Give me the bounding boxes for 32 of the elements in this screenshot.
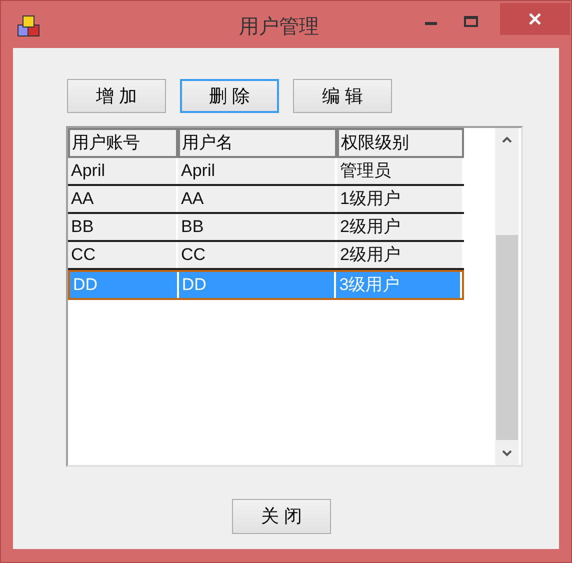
table-cell: BB [178, 214, 337, 240]
table-cell: DD [70, 272, 179, 298]
close-icon[interactable] [500, 3, 570, 35]
toolbar-button[interactable]: 编 辑 [293, 79, 392, 113]
column-header[interactable]: 用户名 [178, 128, 337, 158]
scroll-up-icon[interactable] [502, 136, 512, 143]
table-cell: 2级用户 [337, 214, 464, 240]
table-cell: CC [68, 242, 178, 268]
window-title: 用户管理 [239, 15, 319, 40]
table-cell: AA [68, 186, 178, 212]
table-row[interactable]: AA AA 1级用户 [68, 186, 464, 214]
column-header[interactable]: 权限级别 [337, 128, 464, 158]
scrollbar-thumb[interactable] [496, 235, 518, 440]
table-row[interactable]: April April 管理员 [68, 158, 464, 186]
table-cell: DD [178, 272, 336, 298]
table-cell: AA [178, 186, 337, 212]
table-cell: 1级用户 [337, 186, 464, 212]
table-cell: 2级用户 [337, 242, 464, 268]
scroll-down-icon[interactable] [502, 450, 512, 457]
table-cell: CC [178, 242, 337, 268]
toolbar-button[interactable]: 增 加 [67, 79, 166, 113]
table-cell: 3级用户 [336, 272, 462, 298]
table-row[interactable]: CC CC 2级用户 [68, 242, 464, 270]
close-button[interactable]: 关 闭 [232, 499, 331, 534]
table-cell: April [178, 158, 337, 184]
table-cell: April [68, 158, 178, 184]
toolbar-button[interactable]: 删 除 [180, 79, 279, 113]
table-cell: 管理员 [337, 158, 464, 184]
column-header[interactable]: 用户账号 [68, 128, 178, 158]
scrollbar[interactable] [495, 128, 519, 465]
table-cell: BB [68, 214, 178, 240]
table-row[interactable]: BB BB 2级用户 [68, 214, 464, 242]
